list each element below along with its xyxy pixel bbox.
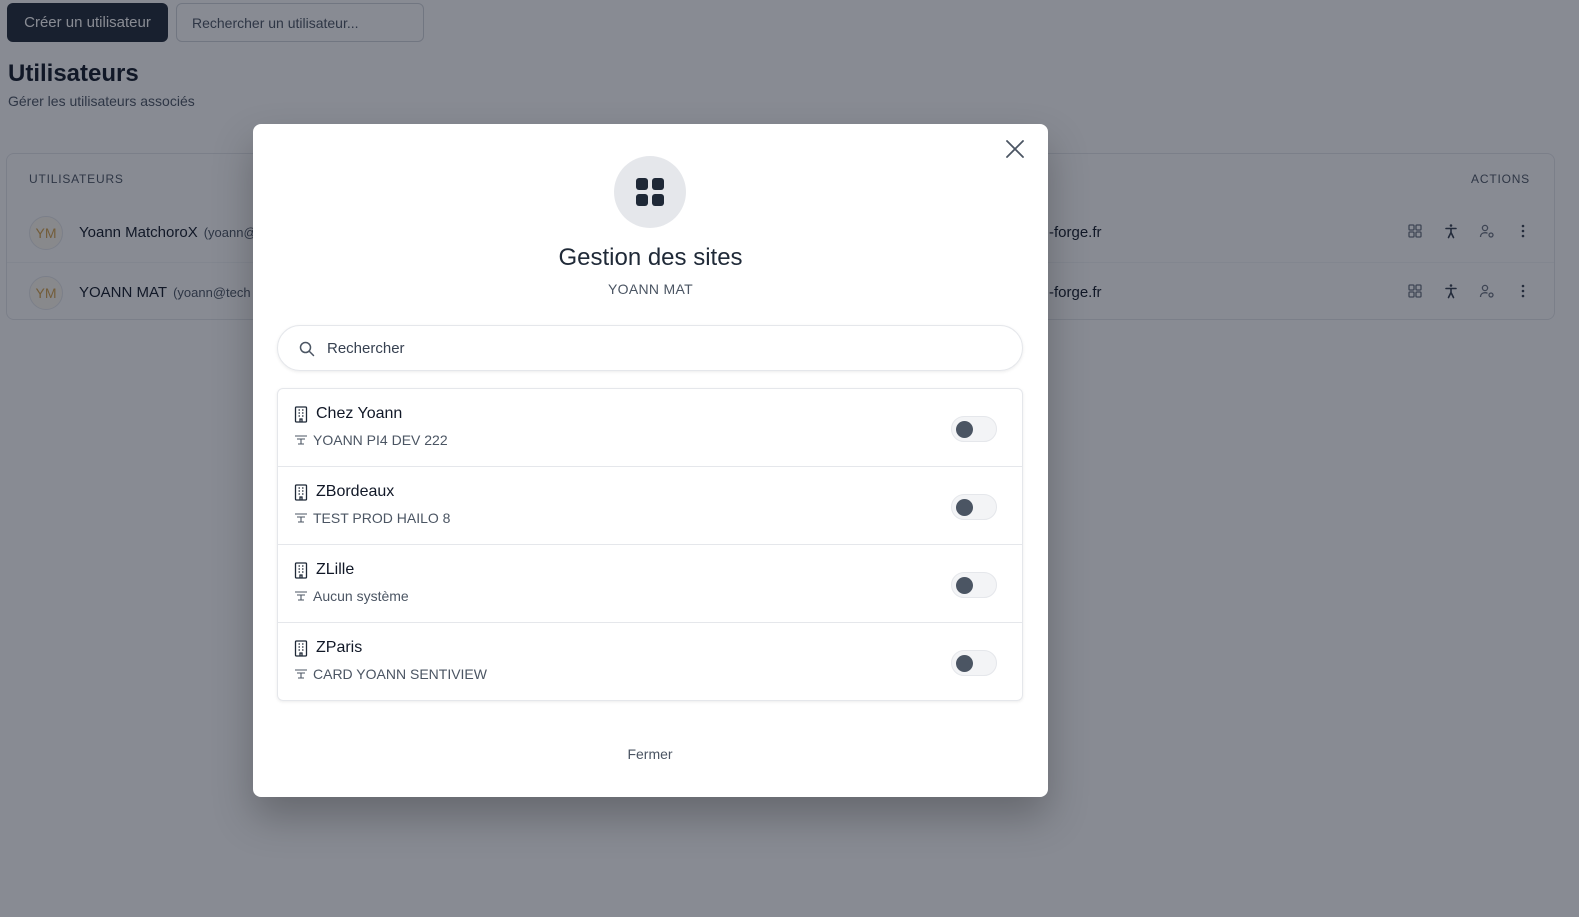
building-icon — [294, 561, 308, 579]
site-name: ZLille — [316, 561, 355, 578]
building-icon — [294, 405, 308, 423]
close-icon[interactable] — [1002, 136, 1028, 162]
site-list: Chez Yoann YOANN PI4 DEV 222 ZBordeaux T… — [277, 388, 1023, 701]
list-item: ZBordeaux TEST PROD HAILO 8 — [278, 467, 1022, 545]
server-icon — [295, 591, 307, 601]
site-name: Chez Yoann — [316, 405, 403, 422]
site-system: TEST PROD HAILO 8 — [313, 510, 451, 526]
site-toggle[interactable] — [951, 572, 997, 598]
server-icon — [295, 513, 307, 523]
list-item: Chez Yoann YOANN PI4 DEV 222 — [278, 389, 1022, 467]
site-system: Aucun système — [313, 588, 409, 604]
site-system: CARD YOANN SENTIVIEW — [313, 666, 487, 682]
toggle-knob — [956, 421, 973, 438]
site-search — [277, 325, 1023, 371]
server-icon — [295, 669, 307, 679]
list-item: ZLille Aucun système — [278, 545, 1022, 623]
toggle-knob — [956, 655, 973, 672]
server-icon — [295, 435, 307, 445]
site-management-modal: Gestion des sites YOANN MAT Chez Yoann Y… — [253, 124, 1048, 797]
site-toggle[interactable] — [951, 494, 997, 520]
site-name: ZParis — [316, 639, 363, 656]
site-search-input[interactable] — [327, 326, 1007, 370]
modal-subtitle: YOANN MAT — [608, 281, 693, 297]
toggle-knob — [956, 499, 973, 516]
search-icon — [299, 341, 315, 357]
list-item: ZParis CARD YOANN SENTIVIEW — [278, 623, 1022, 700]
site-toggle[interactable] — [951, 650, 997, 676]
site-system: YOANN PI4 DEV 222 — [313, 432, 448, 448]
modal-title: Gestion des sites — [558, 244, 743, 271]
toggle-knob — [956, 577, 973, 594]
building-icon — [294, 483, 308, 501]
site-name: ZBordeaux — [316, 483, 395, 500]
building-icon — [294, 639, 308, 657]
close-modal-button[interactable]: Fermer — [605, 738, 695, 770]
site-toggle[interactable] — [951, 416, 997, 442]
modal-header-icon — [614, 156, 686, 228]
grid-icon — [636, 178, 664, 206]
